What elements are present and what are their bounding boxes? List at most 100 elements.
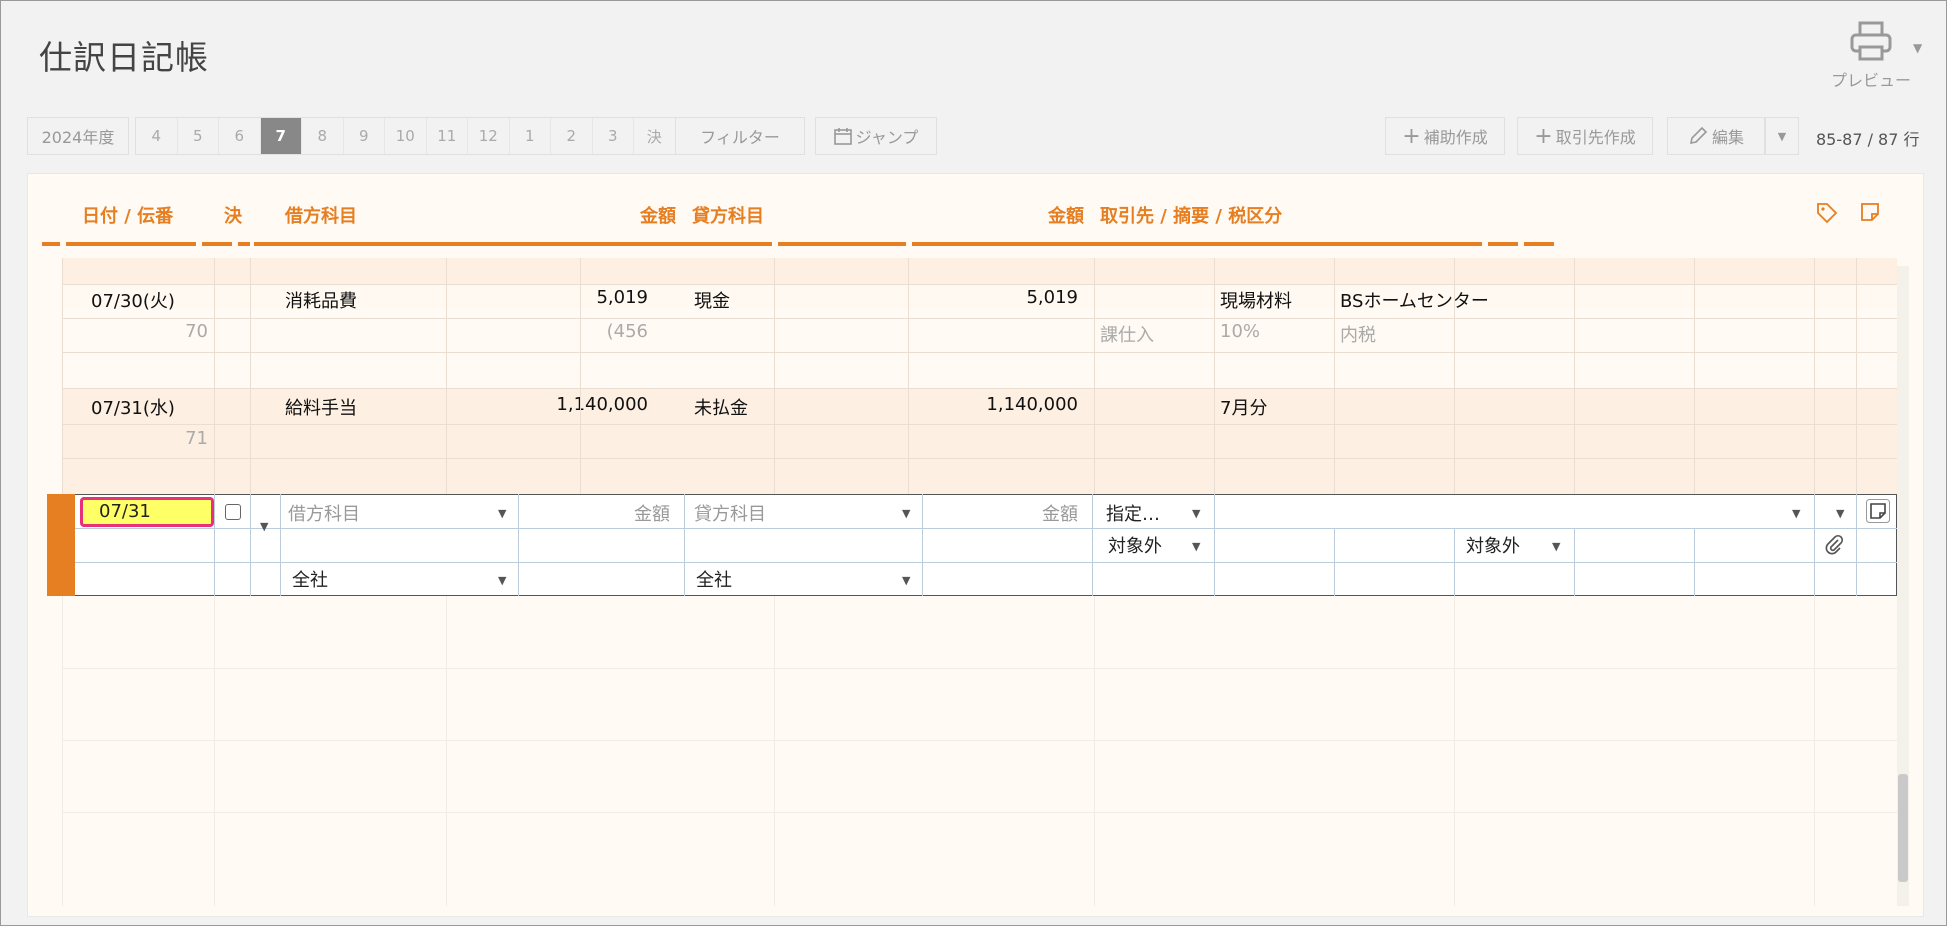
header-credit-account[interactable]: 貸方科目 [692,202,764,228]
grid-line [1856,494,1857,596]
dept-debit-chevron-icon[interactable]: ▼ [498,574,506,587]
header-debit-account[interactable]: 借方科目 [285,202,357,228]
month-tab-2[interactable]: 6 [219,118,261,154]
paperclip-icon[interactable] [1824,534,1844,556]
row1-memo[interactable]: 現場材料 [1220,287,1292,313]
dept-credit-chevron-icon[interactable]: ▼ [902,574,910,587]
row2-debit-amount[interactable]: 1,140,000 [508,394,648,415]
scrollbar-thumb[interactable] [1898,774,1908,882]
month-tab-11[interactable]: 3 [593,118,634,154]
debit-amount-input[interactable]: 金額 [588,500,670,526]
month-tab-7[interactable]: 11 [427,118,468,154]
row2-credit-account[interactable]: 未払金 [694,394,748,420]
grid-line [250,494,251,596]
jump-button[interactable]: ジャンプ [815,117,937,155]
grid-line [62,318,1897,319]
partner-select[interactable]: 指定… [1106,500,1160,526]
edit-button[interactable]: 編集 [1667,117,1765,155]
grid-line [214,596,215,906]
month-tab-1[interactable]: 5 [178,118,219,154]
row-menu-chevron-icon[interactable]: ▼ [260,520,268,533]
month-tab-12[interactable]: 決 [634,118,675,154]
row2-date[interactable]: 07/31(水) [91,394,175,420]
row1-debit-amount[interactable]: 5,019 [548,287,648,308]
preview-menu-chevron-icon[interactable]: ▼ [1913,41,1922,55]
row2-credit-amount[interactable]: 1,140,000 [938,394,1078,415]
header-underline [202,242,232,246]
grid-line [684,494,685,596]
month-tab-10[interactable]: 2 [551,118,593,154]
month-tab-9[interactable]: 1 [510,118,551,154]
settle-checkbox[interactable] [225,504,241,520]
debit-account-chevron-icon[interactable]: ▼ [498,507,506,520]
row1-tax-class[interactable]: 課仕入 [1100,321,1154,347]
filter-button[interactable]: フィルター [675,117,805,155]
grid-line [908,258,909,494]
add-partner-button[interactable]: + 取引先作成 [1517,117,1653,155]
dept-credit-select[interactable]: 全社 [696,566,732,592]
header-underline [238,242,250,246]
preview-button[interactable]: プレビュー [1826,21,1916,91]
entry-date-input[interactable]: 07/31 [80,497,214,527]
month-tab-3[interactable]: 7 [260,118,302,154]
row1-tax-rate[interactable]: 10% [1220,321,1260,342]
month-tab-4[interactable]: 8 [302,118,344,154]
memo-chevron-icon[interactable]: ▼ [1792,507,1800,520]
credit-account-chevron-icon[interactable]: ▼ [902,507,910,520]
header-underline [42,242,60,246]
debit-account-select[interactable]: 借方科目 [288,500,360,526]
tax-debit-select[interactable]: 対象外 [1108,532,1162,558]
row2-debit-account[interactable]: 給料手当 [285,394,357,420]
edit-menu-chevron-icon[interactable]: ▼ [1765,117,1799,155]
grid-line [1454,528,1455,596]
grid-line [1214,258,1215,494]
plus-icon: + [1402,123,1421,149]
month-tab-5[interactable]: 9 [344,118,385,154]
grid-line [62,812,1897,813]
grid-line [446,596,447,906]
window: 仕訳日記帳 プレビュー ▼ 2024年度 4 5 6 7 8 9 10 11 12 1 2 3 決 フィ… [0,0,1947,926]
row1-partner[interactable]: BSホームセンター [1340,287,1489,313]
row-count: 85-87 / 87 行 [1816,130,1920,149]
row2-memo[interactable]: 7月分 [1220,394,1267,420]
grid-line [1454,596,1455,906]
header-debit-amount[interactable]: 金額 [640,202,676,228]
header-underline [1524,242,1554,246]
tax-credit-select[interactable]: 対象外 [1466,532,1520,558]
grid-line [62,352,1897,353]
fiscal-year-button[interactable]: 2024年度 [27,117,129,155]
row1-tax-type[interactable]: 内税 [1340,321,1376,347]
header-date[interactable]: 日付 / 伝番 [82,202,173,228]
grid-line [1094,258,1095,494]
note-icon[interactable] [1860,202,1880,222]
add-sub-account-button[interactable]: + 補助作成 [1385,117,1505,155]
header-underline [1488,242,1518,246]
grid-line [1334,258,1335,494]
row1-date[interactable]: 07/30(火) [91,287,175,313]
tag-icon[interactable] [1816,202,1838,224]
header-partner[interactable]: 取引先 / 摘要 / 税区分 [1100,202,1282,228]
row1-debit-account[interactable]: 消耗品費 [285,287,357,313]
partner-chevron-icon[interactable]: ▼ [1192,507,1200,520]
month-tab-0[interactable]: 4 [136,118,178,154]
credit-account-select[interactable]: 貸方科目 [694,500,766,526]
grid-line [214,258,215,494]
grid-line [75,528,1897,529]
grid-line [62,284,1897,285]
header-credit-amount[interactable]: 金額 [1048,202,1084,228]
row1-credit-amount[interactable]: 5,019 [978,287,1078,308]
credit-amount-input[interactable]: 金額 [994,500,1078,526]
grid-line [62,458,1897,459]
tag-chevron-icon[interactable]: ▼ [1836,507,1844,520]
tax-debit-chevron-icon[interactable]: ▼ [1192,540,1200,553]
note-icon[interactable] [1866,499,1890,523]
row1-credit-account[interactable]: 現金 [694,287,730,313]
preview-label: プレビュー [1830,71,1911,90]
grid-line [1814,258,1815,494]
header-settle[interactable]: 決 [224,202,242,228]
tax-credit-chevron-icon[interactable]: ▼ [1552,540,1560,553]
grid-line [62,668,1897,669]
month-tab-8[interactable]: 12 [468,118,510,154]
dept-debit-select[interactable]: 全社 [292,566,328,592]
month-tab-6[interactable]: 10 [385,118,427,154]
